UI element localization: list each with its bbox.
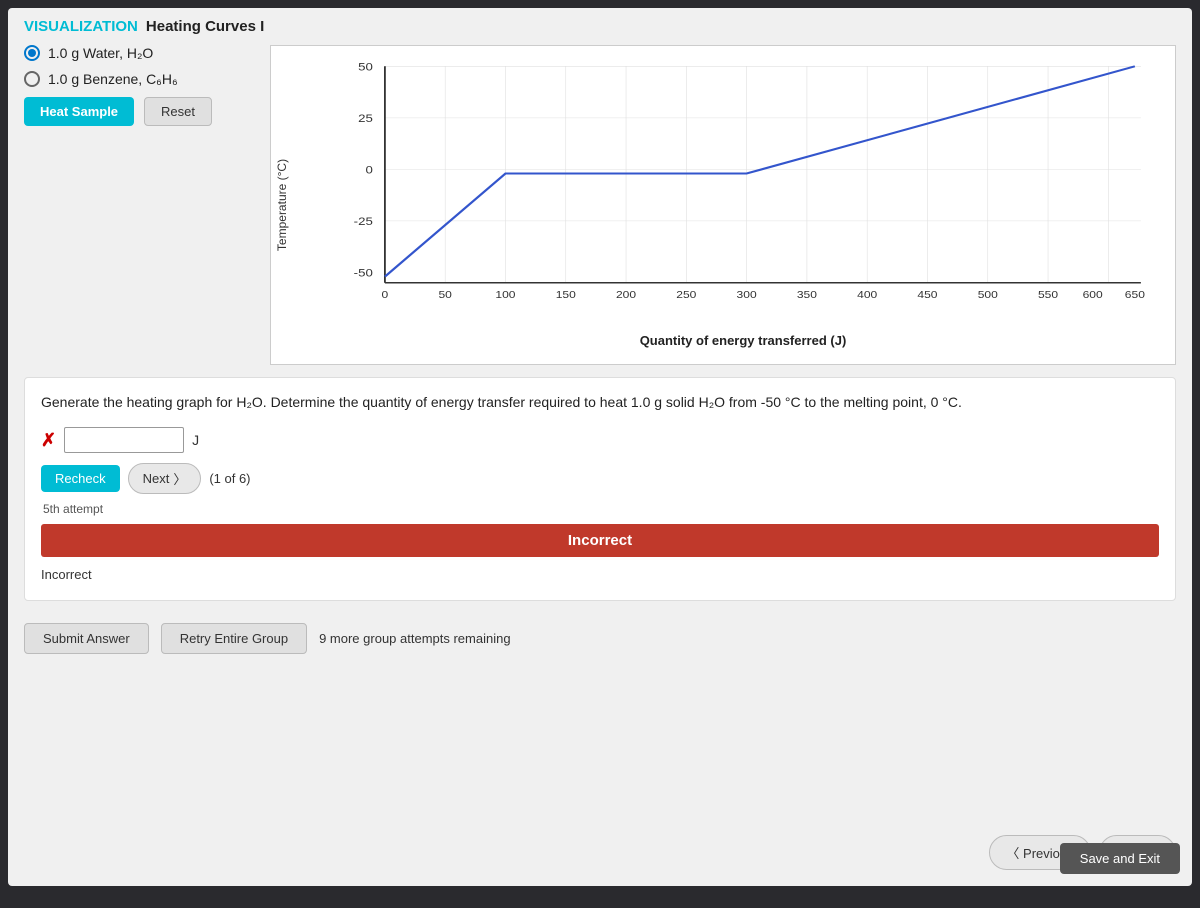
incorrect-banner: Incorrect bbox=[41, 524, 1159, 557]
svg-text:0: 0 bbox=[365, 163, 373, 176]
svg-text:100: 100 bbox=[495, 290, 515, 301]
svg-text:450: 450 bbox=[917, 290, 937, 301]
nav-row: Recheck Next 〉 (1 of 6) bbox=[41, 463, 1159, 494]
svg-text:200: 200 bbox=[616, 290, 636, 301]
svg-text:650: 650 bbox=[1125, 290, 1145, 301]
svg-text:300: 300 bbox=[737, 290, 757, 301]
svg-text:350: 350 bbox=[797, 290, 817, 301]
svg-text:25: 25 bbox=[358, 112, 373, 125]
svg-text:250: 250 bbox=[676, 290, 696, 301]
svg-text:-50: -50 bbox=[354, 266, 373, 279]
reset-button[interactable]: Reset bbox=[144, 97, 212, 126]
svg-text:500: 500 bbox=[978, 290, 998, 301]
radio-circle-water[interactable] bbox=[24, 45, 40, 61]
svg-text:0: 0 bbox=[382, 290, 389, 301]
svg-text:400: 400 bbox=[857, 290, 877, 301]
question-text: Generate the heating graph for H₂O. Dete… bbox=[41, 392, 1159, 413]
chart-wrapper: Temperature (°C) bbox=[270, 45, 1176, 365]
radio-label-water: 1.0 g Water, H₂O bbox=[48, 45, 153, 61]
svg-text:600: 600 bbox=[1083, 290, 1103, 301]
bottom-bar: Submit Answer Retry Entire Group 9 more … bbox=[24, 613, 1176, 664]
save-exit-button[interactable]: Save and Exit bbox=[1060, 843, 1180, 874]
radio-benzene[interactable]: 1.0 g Benzene, C₆H₆ bbox=[24, 71, 254, 87]
top-section: 1.0 g Water, H₂O 1.0 g Benzene, C₆H₆ Hea… bbox=[24, 45, 1176, 365]
incorrect-mark: ✗ bbox=[41, 430, 56, 451]
svg-text:50: 50 bbox=[358, 60, 373, 73]
chart-svg: 50 25 0 -25 -50 0 50 100 150 200 250 300… bbox=[321, 56, 1165, 324]
radio-circle-benzene[interactable] bbox=[24, 71, 40, 87]
svg-text:550: 550 bbox=[1038, 290, 1058, 301]
progress-text: (1 of 6) bbox=[209, 471, 250, 486]
radio-label-benzene: 1.0 g Benzene, C₆H₆ bbox=[48, 71, 178, 87]
chevron-right-icon: 〉 bbox=[173, 469, 186, 488]
answer-row: ✗ J bbox=[41, 427, 1159, 453]
recheck-button[interactable]: Recheck bbox=[41, 465, 120, 492]
svg-text:-25: -25 bbox=[354, 215, 373, 228]
question-section: Generate the heating graph for H₂O. Dete… bbox=[24, 377, 1176, 601]
retry-group-button[interactable]: Retry Entire Group bbox=[161, 623, 307, 654]
x-axis-label: Quantity of energy transferred (J) bbox=[321, 333, 1165, 348]
left-panel: 1.0 g Water, H₂O 1.0 g Benzene, C₆H₆ Hea… bbox=[24, 45, 254, 365]
radio-water[interactable]: 1.0 g Water, H₂O bbox=[24, 45, 254, 61]
controls-buttons: Heat Sample Reset bbox=[24, 97, 254, 126]
main-content: VISUALIZATION Heating Curves I 1.0 g Wat… bbox=[8, 8, 1192, 886]
heat-sample-button[interactable]: Heat Sample bbox=[24, 97, 134, 126]
chart-container: Temperature (°C) bbox=[270, 45, 1176, 365]
svg-text:150: 150 bbox=[556, 290, 576, 301]
next-label: Next bbox=[143, 471, 170, 486]
viz-label: VISUALIZATION bbox=[24, 18, 138, 35]
unit-label: J bbox=[192, 432, 199, 448]
attempts-remaining: 9 more group attempts remaining bbox=[319, 631, 510, 646]
page-title: Heating Curves I bbox=[146, 18, 264, 35]
incorrect-label: Incorrect bbox=[41, 563, 1159, 586]
header: VISUALIZATION Heating Curves I bbox=[24, 18, 1176, 35]
next-question-button[interactable]: Next 〉 bbox=[128, 463, 202, 494]
chevron-left-icon: 〈 bbox=[1006, 846, 1019, 861]
y-axis-label: Temperature (°C) bbox=[275, 159, 289, 251]
submit-answer-button[interactable]: Submit Answer bbox=[24, 623, 149, 654]
attempt-count: 5th attempt bbox=[43, 502, 103, 516]
answer-input[interactable] bbox=[64, 427, 184, 453]
svg-text:50: 50 bbox=[438, 290, 451, 301]
attempt-info: 5th attempt bbox=[41, 500, 1159, 518]
